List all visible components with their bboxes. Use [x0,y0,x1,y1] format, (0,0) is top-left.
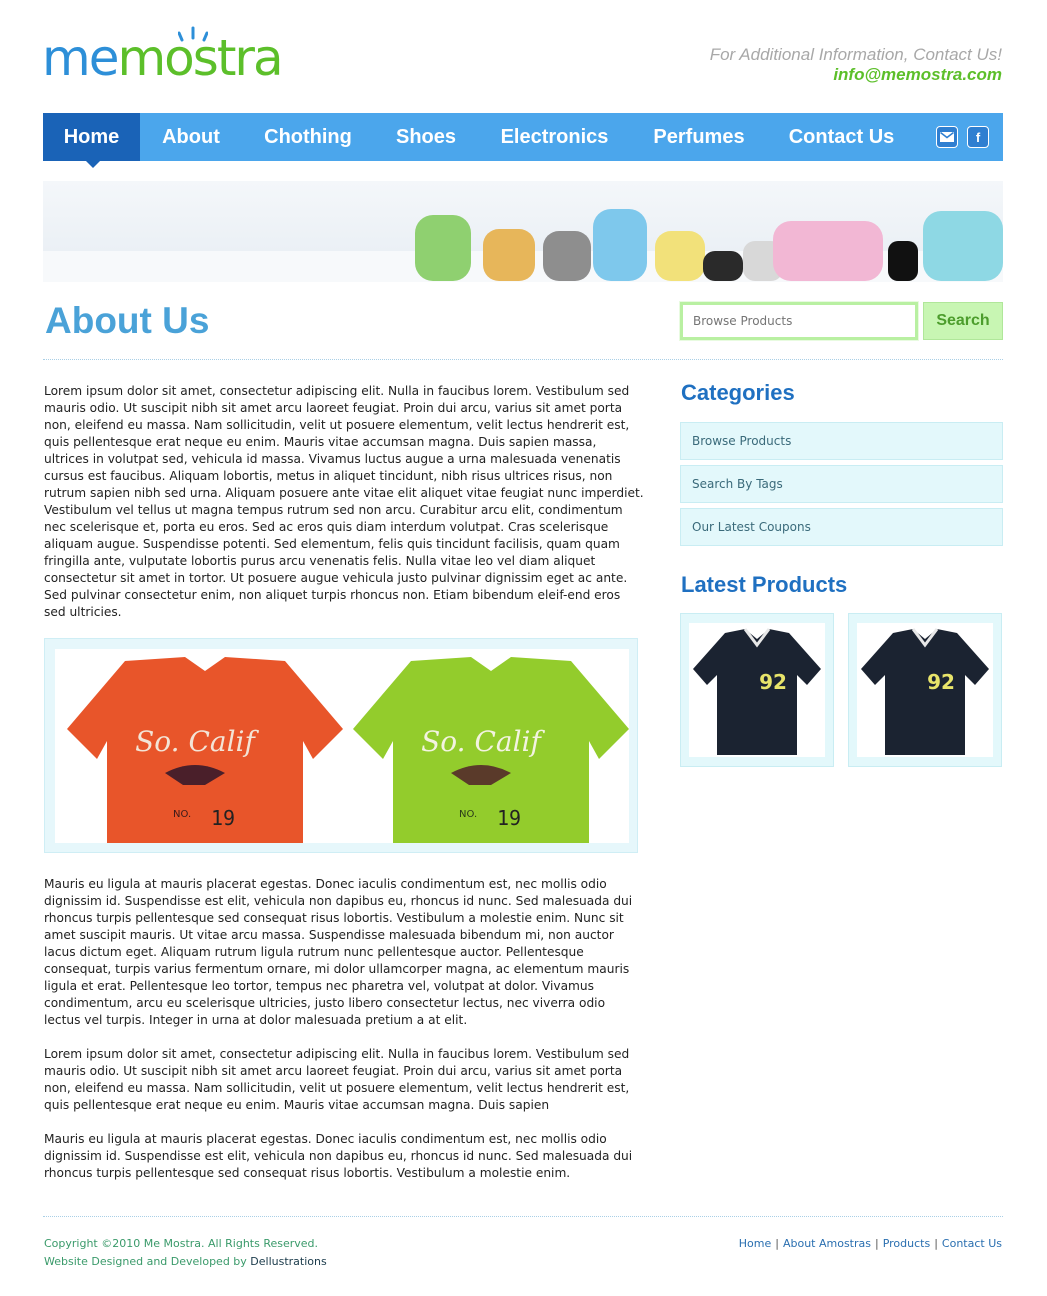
banner-knit-caps-image [43,209,1003,282]
logo-wordmark: memostra [42,29,284,87]
credit-line: Website Designed and Developed by Dellus… [44,1255,327,1268]
footer-separator: | [934,1237,938,1250]
footer-link-home[interactable]: Home [739,1237,771,1250]
page-title: About Us [45,300,210,341]
product-card[interactable]: 92 [848,613,1002,767]
polo-shirt-image: 92 [693,628,821,755]
footer-nav: Home | About Amostras | Products | Contact Us [739,1237,1002,1250]
title-divider [43,359,1003,360]
green-tshirt: So. Calif NO. 19 [353,657,629,843]
featured-image-frame: So. Calif NO. 19 So. Calif NO. 19 [44,638,638,853]
nav-item-label: Home [63,126,120,148]
nav-item-electronics[interactable]: Electronics [478,113,631,161]
nav-item-label: Perfumes [653,126,745,148]
shirt-print-text: So. Calif [135,725,259,758]
site-logo[interactable]: memostra [42,26,332,88]
shirt-print-text: So. Calif [421,725,545,758]
nav-item-shoes[interactable]: Shoes [374,113,478,161]
nav-item-label: Shoes [395,126,457,148]
polo-shirt-image: 92 [861,628,989,755]
facebook-glyph: f [975,129,981,145]
footer-link-contact[interactable]: Contact Us [942,1237,1002,1250]
polo-number: 92 [927,670,955,694]
credit-prefix: Website Designed and Developed by [44,1255,247,1268]
nav-item-label: Electronics [500,126,609,148]
search-button[interactable]: Search [923,302,1003,340]
facebook-icon[interactable]: f [967,126,989,148]
mail-icon[interactable] [936,126,958,148]
nav-item-contact[interactable]: Contact Us [767,113,916,161]
body-paragraph: Lorem ipsum dolor sit amet, consectetur … [44,384,644,619]
nav-item-home[interactable]: Home [43,113,140,168]
logo-mostra: mostra [117,29,283,87]
shirt-label: NO. [459,809,477,820]
latest-products-heading: Latest Products [681,572,848,597]
product-image: 92 [689,623,825,757]
nav-item-clothing[interactable]: Chothing [242,113,374,161]
envelope-glyph [940,132,954,142]
category-search-by-tags[interactable]: Search By Tags [680,465,1003,503]
contact-tagline: For Additional Information, Contact Us! [709,45,1002,64]
product-image: 92 [857,623,993,757]
featured-image: So. Calif NO. 19 So. Calif NO. 19 [55,649,629,843]
body-paragraph: Mauris eu ligula at mauris placerat eges… [44,877,633,1027]
logo-me: me [42,29,119,87]
footer-link-products[interactable]: Products [883,1237,931,1250]
product-card[interactable]: 92 [680,613,834,767]
polo-number: 92 [759,670,787,694]
footer-divider [43,1216,1003,1217]
nav-item-perfumes[interactable]: Perfumes [631,113,767,161]
nav-item-label: Contact Us [788,126,895,148]
shirt-label: NO. [173,809,191,820]
shirt-number: 19 [211,806,235,830]
main-nav: Home About Chothing Shoes Electronics Pe… [43,113,1003,168]
categories-heading: Categories [681,380,795,405]
footer-separator: | [775,1237,779,1250]
active-indicator [86,161,100,168]
orange-tshirt: So. Calif NO. 19 [67,657,343,843]
nav-item-label: About [162,126,220,148]
body-paragraph: Mauris eu ligula at mauris placerat eges… [44,1132,633,1180]
footer-separator: | [874,1237,879,1250]
nav-item-label: Chothing [264,126,352,148]
category-latest-coupons[interactable]: Our Latest Coupons [680,508,1003,546]
hero-banner [43,181,1003,282]
search-input[interactable] [679,301,919,341]
category-browse-products[interactable]: Browse Products [680,422,1003,460]
copyright-text: Copyright ©2010 Me Mostra. All Rights Re… [44,1237,319,1250]
shirt-number: 19 [497,806,521,830]
footer-link-about[interactable]: About Amostras [783,1237,871,1250]
contact-email-link[interactable]: info@memostra.com [833,65,1002,85]
tshirts-illustration: So. Calif NO. 19 So. Calif NO. 19 [67,657,629,843]
body-paragraph: Lorem ipsum dolor sit amet, consectetur … [44,1047,630,1112]
credit-link[interactable]: Dellustrations [250,1255,326,1268]
nav-item-about[interactable]: About [140,113,242,161]
